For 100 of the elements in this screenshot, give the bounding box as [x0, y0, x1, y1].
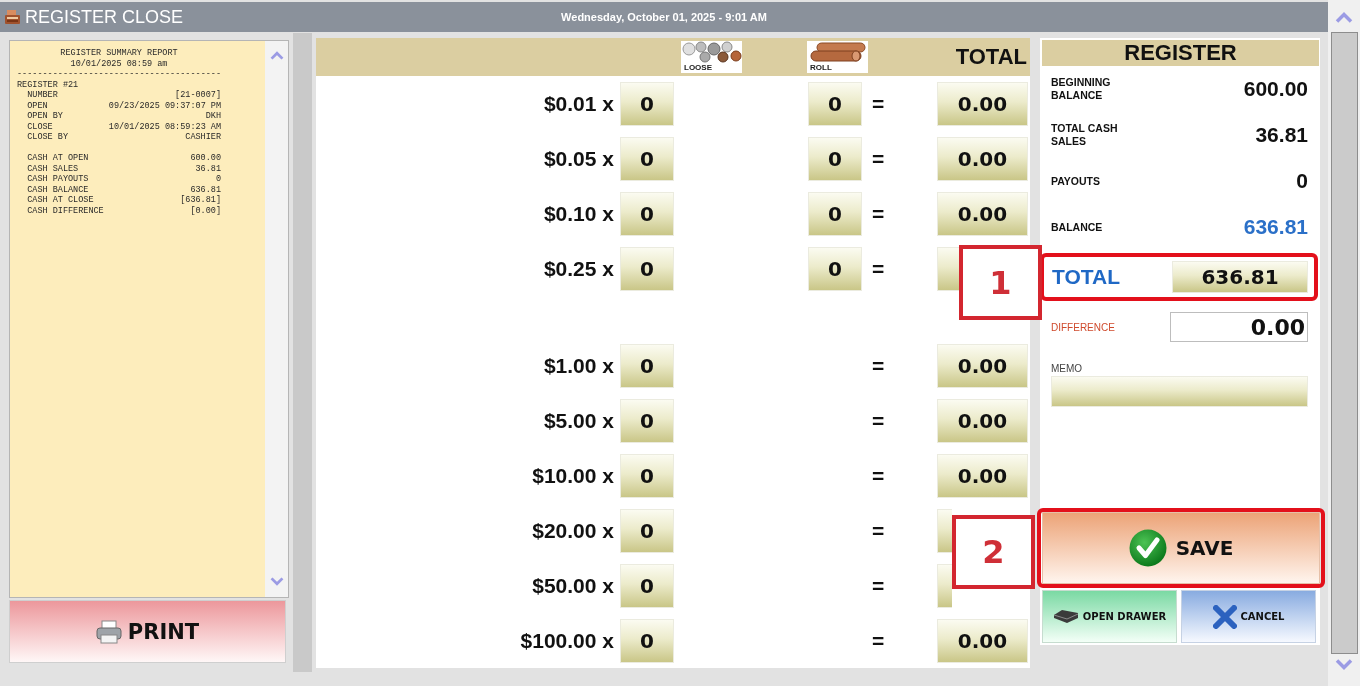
- receipt-value: CASHIER: [185, 132, 222, 143]
- total-field: [937, 508, 952, 553]
- receipt-label: CASH SALES: [27, 163, 79, 174]
- summary-value: 636.81: [1243, 215, 1308, 239]
- loose-count-field[interactable]: 0: [620, 246, 674, 291]
- memo-label: MEMO: [1051, 363, 1083, 375]
- summary-value: 36.81: [1255, 123, 1308, 147]
- equals-sign: =: [872, 91, 885, 116]
- loose-count-field[interactable]: 0: [620, 508, 674, 553]
- denomination-label: $100.00 x: [520, 628, 614, 653]
- receipt-value: 0: [215, 174, 222, 185]
- chevron-up-icon[interactable]: [1335, 12, 1353, 23]
- summary-value: 600.00: [1243, 77, 1308, 101]
- denomination-label: $0.01 x: [543, 91, 614, 116]
- receipt-value: [0.00]: [190, 205, 222, 216]
- receipt-value: 10/01/2025 08:59:23 AM: [108, 121, 222, 132]
- difference-label: DIFFERENCE: [1051, 321, 1115, 333]
- summary-label: TOTAL CASH SALES: [1051, 122, 1119, 148]
- loose-count-field[interactable]: 0: [620, 343, 674, 388]
- summary-label: BEGINNING BALANCE: [1051, 76, 1112, 102]
- loose-count-field[interactable]: 0: [620, 453, 674, 498]
- printer-icon: [95, 619, 122, 644]
- equals-sign: =: [872, 463, 885, 488]
- receipt-label: OPEN: [27, 100, 48, 111]
- total-field: 0.00: [937, 81, 1028, 126]
- summary-value: 0: [1296, 169, 1308, 193]
- coin-roll-icon: [807, 41, 868, 63]
- chevron-up-icon[interactable]: [269, 51, 284, 60]
- roll-count-field[interactable]: 0: [808, 191, 862, 236]
- receipt-label: CASH AT OPEN: [27, 153, 89, 164]
- total-field: 0.00: [937, 343, 1028, 388]
- receipt-value: 636.81: [190, 184, 222, 195]
- equals-sign: =: [872, 408, 885, 433]
- equals-sign: =: [872, 256, 885, 281]
- check-icon: [1128, 529, 1167, 567]
- equals-sign: =: [872, 146, 885, 171]
- total-field: [937, 246, 959, 291]
- receipt-label: CASH BALANCE: [27, 184, 89, 195]
- denomination-label: $0.25 x: [543, 256, 614, 281]
- memo-field[interactable]: [1051, 376, 1308, 407]
- total-field: 0.00: [937, 398, 1028, 443]
- save-button[interactable]: SAVE: [1042, 512, 1320, 584]
- step-callout: 1: [959, 245, 1042, 320]
- receipt-value: 09/23/2025 09:37:07 PM: [108, 100, 222, 111]
- column-label: ROLL: [810, 63, 832, 73]
- denomination-label: $0.10 x: [543, 201, 614, 226]
- scrollbar-thumb[interactable]: [1330, 32, 1358, 654]
- chevron-down-icon[interactable]: [269, 577, 284, 586]
- receipt-heading: REGISTER #21: [17, 79, 79, 90]
- receipt-value: [21-0007]: [175, 90, 222, 101]
- cash-register-icon: [4, 9, 21, 25]
- loose-count-field[interactable]: 0: [620, 398, 674, 443]
- summary-label: PAYOUTS: [1051, 174, 1100, 188]
- total-field: 0.00: [937, 618, 1028, 663]
- equals-sign: =: [872, 518, 885, 543]
- denomination-label: $20.00 x: [532, 518, 614, 543]
- loose-count-field[interactable]: 0: [620, 618, 674, 663]
- summary-label: BALANCE: [1051, 220, 1103, 234]
- total-label: TOTAL: [1052, 265, 1121, 289]
- loose-count-field[interactable]: 0: [620, 191, 674, 236]
- loose-count-field[interactable]: 0: [620, 81, 674, 126]
- denomination-label: $0.05 x: [543, 146, 614, 171]
- receipt-title: REGISTER SUMMARY REPORT: [60, 48, 178, 58]
- loose-count-field[interactable]: 0: [620, 136, 674, 181]
- total-field: [937, 563, 952, 608]
- cancel-button[interactable]: CANCEL: [1181, 590, 1316, 643]
- receipt-value: DKH: [205, 111, 222, 122]
- denomination-label: $10.00 x: [532, 463, 614, 488]
- receipt-label: CLOSE BY: [27, 132, 68, 143]
- roll-count-field[interactable]: 0: [808, 136, 862, 181]
- receipt-timestamp: 10/01/2025 08:59 am: [70, 58, 168, 69]
- denomination-label: $50.00 x: [532, 573, 614, 598]
- roll-count-field[interactable]: 0: [808, 81, 862, 126]
- denomination-label: $1.00 x: [543, 353, 614, 378]
- receipt-label: CLOSE: [27, 121, 53, 132]
- column-header: TOTAL: [955, 44, 1027, 70]
- column-label: LOOSE: [684, 63, 712, 73]
- equals-sign: =: [872, 201, 885, 226]
- total-field: 0.00: [937, 453, 1028, 498]
- loose-count-field[interactable]: 0: [620, 563, 674, 608]
- receipt-label: CASH AT CLOSE: [27, 195, 94, 206]
- equals-sign: =: [872, 573, 885, 598]
- print-button[interactable]: PRINT: [9, 600, 286, 663]
- open-drawer-button[interactable]: OPEN DRAWER: [1042, 590, 1177, 643]
- receipt-label: NUMBER: [27, 90, 58, 101]
- panel-title: REGISTER: [1124, 40, 1237, 66]
- receipt-value: 600.00: [190, 153, 222, 164]
- chevron-down-icon[interactable]: [1335, 659, 1353, 670]
- receipt-label: OPEN BY: [27, 111, 63, 122]
- roll-count-field[interactable]: 0: [808, 246, 862, 291]
- receipt-value: [636.81]: [180, 195, 222, 206]
- x-icon: [1212, 604, 1237, 629]
- cash-drawer-icon: [1052, 609, 1079, 624]
- denomination-label: $5.00 x: [543, 408, 614, 433]
- difference-field: 0.00: [1170, 312, 1308, 342]
- total-field: 0.00: [937, 191, 1028, 236]
- window-title: REGISTER CLOSE: [25, 6, 184, 28]
- total-field: 636.81: [1172, 261, 1308, 293]
- equals-sign: =: [872, 628, 885, 653]
- receipt-label: CASH PAYOUTS: [27, 174, 89, 185]
